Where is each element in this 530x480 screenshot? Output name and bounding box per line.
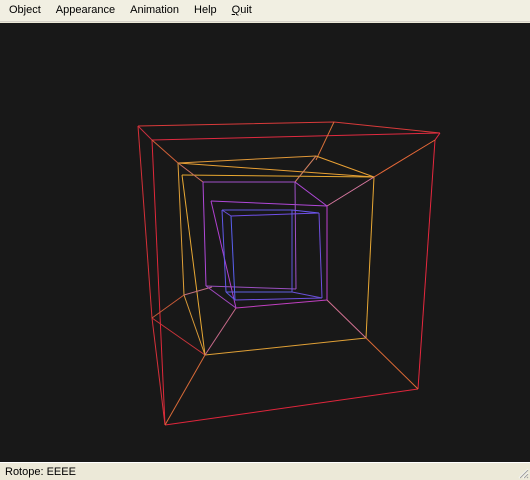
resize-grip-icon[interactable]: [517, 467, 529, 479]
menu-quit[interactable]: Quit: [226, 2, 258, 19]
menu-bar: Object Appearance Animation Help Quit: [0, 0, 530, 22]
status-text: Rotope: EEEE: [5, 465, 76, 478]
menu-appearance[interactable]: Appearance: [50, 2, 121, 19]
app-window: Object Appearance Animation Help Quit Ro…: [0, 0, 530, 480]
innermost-cube: [221, 209, 323, 301]
menu-quit-mnemonic: Q: [231, 4, 241, 16]
status-bar: Rotope: EEEE: [0, 462, 530, 480]
middle-inner-connectors: [177, 155, 375, 356]
menu-quit-rest: uit: [240, 4, 252, 16]
menu-animation[interactable]: Animation: [124, 2, 185, 19]
inner-cube: [202, 181, 328, 309]
tesseract-wireframe: [137, 121, 441, 426]
middle-cube: [177, 155, 375, 356]
menu-object[interactable]: Object: [3, 2, 47, 19]
render-viewport[interactable]: [0, 23, 530, 462]
menu-help[interactable]: Help: [188, 2, 223, 19]
